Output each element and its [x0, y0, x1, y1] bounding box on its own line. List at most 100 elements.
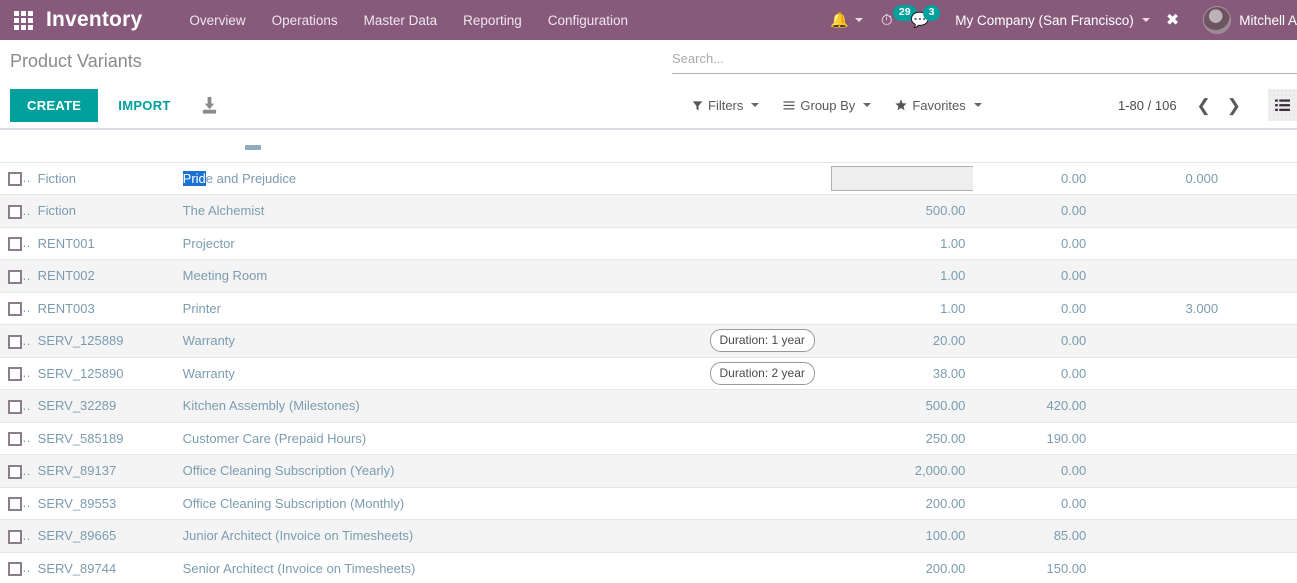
row-checkbox[interactable]	[8, 269, 22, 284]
row-ref-cell[interactable]: RENT003	[29, 292, 175, 325]
row-checkbox[interactable]	[8, 367, 22, 382]
row-n1-cell[interactable]: 200.00	[822, 552, 974, 577]
row-n4-cell[interactable]	[1226, 519, 1297, 553]
row-n2-cell[interactable]: 0.00	[973, 357, 1095, 390]
row-n4-cell[interactable]	[1226, 259, 1297, 293]
row-n4-cell[interactable]	[1226, 422, 1297, 455]
row-n1-cell[interactable]: 1.00	[822, 227, 974, 260]
row-n3-cell[interactable]	[1094, 389, 1227, 423]
menu-item-reporting[interactable]: Reporting	[450, 2, 535, 39]
row-n2-cell[interactable]: 0.00	[973, 259, 1095, 293]
company-switcher[interactable]: My Company (San Francisco)	[947, 0, 1150, 40]
row-name-cell[interactable]: Warranty	[174, 357, 527, 390]
row-ref-cell[interactable]: SERV_125890	[29, 357, 175, 390]
menu-item-configuration[interactable]: Configuration	[535, 2, 641, 39]
favorites-dropdown[interactable]: Favorites	[883, 90, 993, 121]
row-n4-cell[interactable]	[1226, 194, 1297, 228]
menu-item-overview[interactable]: Overview	[176, 2, 258, 39]
row-n2-cell[interactable]: 85.00	[973, 519, 1095, 553]
row-ref-cell[interactable]: SERV_89553	[29, 487, 175, 520]
menu-item-operations[interactable]: Operations	[259, 2, 351, 39]
row-n3-cell[interactable]	[1094, 259, 1227, 293]
row-name-cell[interactable]: Pride and Prejudice	[174, 162, 527, 195]
messaging-menu-button[interactable]: 💬 3	[902, 0, 948, 40]
chevron-left-icon[interactable]: ❮	[1189, 97, 1219, 114]
row-name-cell[interactable]: Office Cleaning Subscription (Monthly)	[174, 487, 527, 520]
import-button[interactable]: IMPORT	[105, 89, 183, 122]
user-menu[interactable]: Mitchell A	[1193, 6, 1297, 34]
row-n2-cell[interactable]: 190.00	[973, 422, 1095, 455]
row-n3-cell[interactable]	[1094, 552, 1227, 577]
table-row[interactable]: SERV_125889 Warranty Duration: 1 year 20.00…	[0, 324, 1297, 358]
row-n4-cell[interactable]	[1226, 227, 1297, 260]
table-row[interactable]: FictionPride and Prejudice 0.000.0000	[0, 162, 1297, 195]
download-icon[interactable]	[200, 96, 219, 115]
table-row[interactable]: Fiction The Alchemist 500.00 0.00	[0, 194, 1297, 228]
row-n2-cell[interactable]: 0.00	[973, 194, 1095, 228]
row-n3-cell[interactable]	[1094, 454, 1227, 488]
row-name-cell[interactable]: Senior Architect (Invoice on Timesheets)	[174, 552, 527, 577]
row-name-cell[interactable]: Meeting Room	[174, 259, 527, 293]
row-n4-cell[interactable]: 3	[1226, 292, 1297, 325]
row-checkbox[interactable]	[8, 432, 22, 447]
apps-grid-icon[interactable]	[0, 10, 46, 30]
row-n4-cell[interactable]	[1226, 487, 1297, 520]
row-ref-cell[interactable]: Fiction	[29, 162, 175, 195]
filters-dropdown[interactable]: Filters	[680, 90, 771, 121]
row-n1-cell[interactable]: 38.00	[822, 357, 974, 390]
app-brand-inventory[interactable]: Inventory	[46, 8, 176, 32]
row-ref-cell[interactable]: SERV_125889	[29, 324, 175, 358]
row-n3-cell[interactable]	[1094, 227, 1227, 260]
row-n1-cell[interactable]	[822, 162, 974, 195]
row-name-cell[interactable]: Warranty	[174, 324, 527, 358]
row-name-cell[interactable]: The Alchemist	[174, 194, 527, 228]
row-n4-cell[interactable]	[1226, 552, 1297, 577]
row-checkbox[interactable]	[8, 302, 22, 317]
groupby-dropdown[interactable]: Group By	[771, 90, 883, 121]
row-name-cell[interactable]: Projector	[174, 227, 527, 260]
breadcrumb[interactable]: Product Variants	[0, 40, 142, 72]
search-view[interactable]	[672, 48, 1297, 74]
row-ref-cell[interactable]: RENT002	[29, 259, 175, 293]
table-row[interactable]: SERV_89137 Office Cleaning Subscription (…	[0, 454, 1297, 488]
row-n1-cell[interactable]: 2,000.00	[822, 454, 974, 488]
row-n2-cell[interactable]: 0.00	[973, 227, 1095, 260]
row-checkbox[interactable]	[8, 172, 22, 187]
row-n2-cell[interactable]: 0.00	[973, 162, 1095, 195]
row-n4-cell[interactable]	[1226, 357, 1297, 390]
row-n3-cell[interactable]: 0.000	[1094, 162, 1227, 195]
row-checkbox[interactable]	[8, 399, 22, 414]
row-n4-cell[interactable]	[1226, 324, 1297, 358]
row-n1-cell[interactable]: 250.00	[822, 422, 974, 455]
row-name-cell[interactable]: Office Cleaning Subscription (Yearly)	[174, 454, 527, 488]
row-checkbox[interactable]	[8, 204, 22, 219]
menu-item-master-data[interactable]: Master Data	[351, 2, 451, 39]
table-row[interactable]: SERV_125890 Warranty Duration: 2 year 38.00…	[0, 357, 1297, 390]
pager-value[interactable]: 1-80 / 106	[1118, 98, 1189, 113]
row-ref-cell[interactable]: Fiction	[29, 194, 175, 228]
row-ref-cell[interactable]: SERV_585189	[29, 422, 175, 455]
row-name-cell[interactable]: Customer Care (Prepaid Hours)	[174, 422, 527, 455]
row-n4-cell[interactable]	[1226, 389, 1297, 423]
row-ref-cell[interactable]: RENT001	[29, 227, 175, 260]
row-ref-cell[interactable]: SERV_89744	[29, 552, 175, 577]
row-n1-cell[interactable]: 500.00	[822, 389, 974, 423]
row-n1-cell[interactable]: 100.00	[822, 519, 974, 553]
row-checkbox[interactable]	[8, 497, 22, 512]
table-row[interactable]: RENT001 Projector 1.00 0.00	[0, 227, 1297, 260]
table-row[interactable]: SERV_89744 Senior Architect (Invoice on T…	[0, 552, 1297, 577]
row-name-cell[interactable]: Junior Architect (Invoice on Timesheets)	[174, 519, 527, 553]
row-n3-cell[interactable]	[1094, 519, 1227, 553]
row-ref-cell[interactable]: SERV_32289	[29, 389, 175, 423]
table-row[interactable]: RENT003Printer 1.000.003.0003	[0, 292, 1297, 325]
row-n2-cell[interactable]: 420.00	[973, 389, 1095, 423]
activity-menu-button[interactable]: ⏱ 29	[872, 0, 917, 40]
row-n4-cell[interactable]: 0	[1226, 162, 1297, 195]
row-n3-cell[interactable]	[1094, 487, 1227, 520]
row-n3-cell[interactable]	[1094, 324, 1227, 358]
row-n3-cell[interactable]	[1094, 194, 1227, 228]
row-n1-cell[interactable]: 200.00	[822, 487, 974, 520]
chevron-right-icon[interactable]: ❯	[1219, 97, 1249, 114]
table-row[interactable]: SERV_89553 Office Cleaning Subscription (…	[0, 487, 1297, 520]
row-n2-cell[interactable]: 0.00	[973, 487, 1095, 520]
